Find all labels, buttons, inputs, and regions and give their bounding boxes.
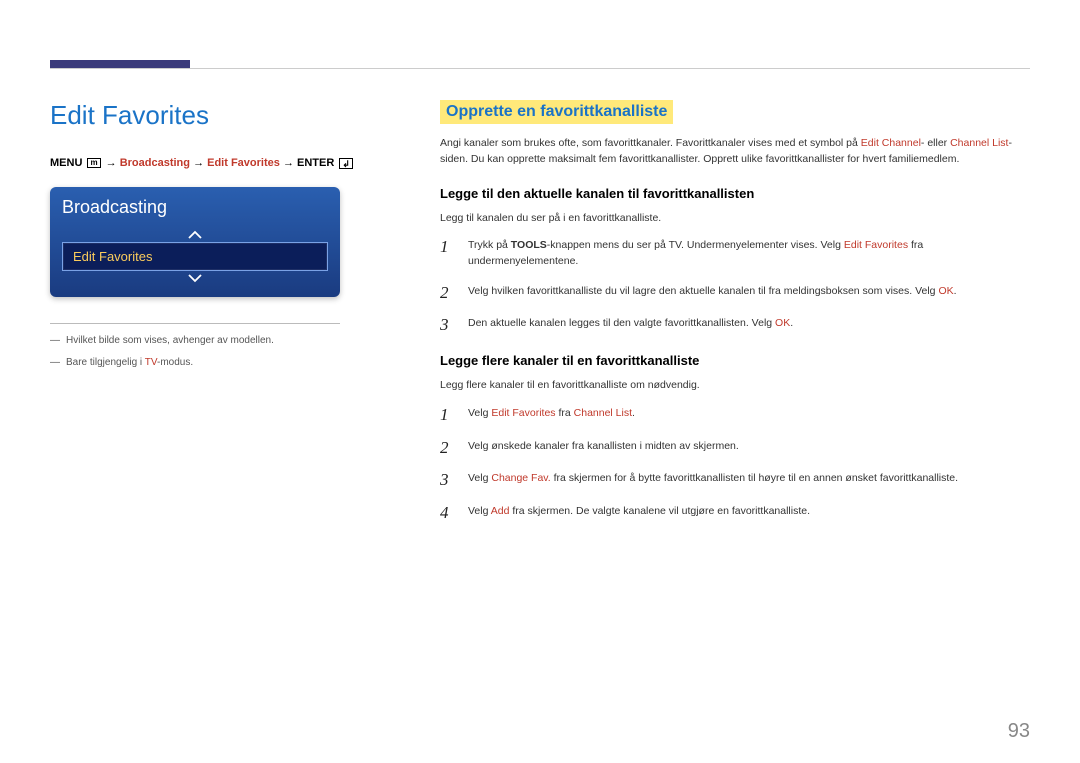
breadcrumb: MENU m → Broadcasting → Edit Favorites →… — [50, 155, 380, 173]
step-text: Velg ønskede kanaler fra kanallisten i m… — [468, 439, 1030, 455]
step-3: 3 Den aktuelle kanalen legges til den va… — [440, 316, 1030, 335]
breadcrumb-enter: ENTER — [297, 157, 334, 169]
breadcrumb-edit-favorites: Edit Favorites — [207, 157, 280, 169]
header-accent — [50, 60, 190, 68]
subheading-add-current: Legge til den aktuelle kanalen til favor… — [440, 186, 1030, 201]
page-number: 93 — [1008, 720, 1030, 743]
right-column: Opprette en favorittkanalliste Angi kana… — [440, 100, 1030, 537]
header-rule — [50, 68, 1030, 69]
separator: → — [193, 157, 207, 169]
step-number: 2 — [440, 439, 454, 458]
enter-icon — [339, 158, 353, 169]
intro-text: Angi kanaler som brukes ofte, som favori… — [440, 136, 1030, 168]
breadcrumb-menu: MENU — [50, 157, 82, 169]
step-number: 2 — [440, 284, 454, 303]
step-4b: 4 Velg Add fra skjermen. De valgte kanal… — [440, 504, 1030, 523]
step-3b: 3 Velg Change Fav. fra skjermen for å by… — [440, 471, 1030, 490]
step-2b: 2 Velg ønskede kanaler fra kanallisten i… — [440, 439, 1030, 458]
step-text: Velg Change Fav. fra skjermen for å bytt… — [468, 471, 1030, 487]
separator: → — [283, 157, 297, 169]
chevron-down-icon[interactable] — [62, 271, 328, 285]
step-number: 3 — [440, 471, 454, 490]
step-text: Velg Edit Favorites fra Channel List. — [468, 406, 1030, 422]
sub1-intro: Legg til kanalen du ser på i en favoritt… — [440, 211, 1030, 227]
sub2-intro: Legg flere kanaler til en favorittkanall… — [440, 378, 1030, 394]
step-number: 1 — [440, 406, 454, 425]
breadcrumb-broadcasting: Broadcasting — [120, 157, 190, 169]
section-heading: Opprette en favorittkanalliste — [440, 100, 673, 124]
divider — [50, 323, 340, 324]
step-1: 1 Trykk på TOOLS-knappen mens du ser på … — [440, 238, 1030, 270]
step-text: Velg hvilken favorittkanalliste du vil l… — [468, 284, 1030, 300]
step-text: Den aktuelle kanalen legges til den valg… — [468, 316, 1030, 332]
separator: → — [106, 157, 120, 169]
menu-panel-header: Broadcasting — [62, 197, 328, 218]
note-tv-mode: ―Bare tilgjengelig i TV-modus. — [50, 356, 380, 370]
left-column: Edit Favorites MENU m → Broadcasting → E… — [50, 100, 380, 537]
step-text: Trykk på TOOLS-knappen mens du ser på TV… — [468, 238, 1030, 270]
step-text: Velg Add fra skjermen. De valgte kanalen… — [468, 504, 1030, 520]
step-number: 1 — [440, 238, 454, 257]
step-1b: 1 Velg Edit Favorites fra Channel List. — [440, 406, 1030, 425]
menu-panel: Broadcasting Edit Favorites — [50, 187, 340, 297]
page-title: Edit Favorites — [50, 100, 380, 131]
subheading-add-multiple: Legge flere kanaler til en favorittkanal… — [440, 353, 1030, 368]
step-number: 3 — [440, 316, 454, 335]
step-number: 4 — [440, 504, 454, 523]
step-2: 2 Velg hvilken favorittkanalliste du vil… — [440, 284, 1030, 303]
note-model: ―Hvilket bilde som vises, avhenger av mo… — [50, 334, 380, 348]
menu-item-edit-favorites[interactable]: Edit Favorites — [62, 242, 328, 271]
chevron-up-icon[interactable] — [62, 228, 328, 242]
menu-icon: m — [87, 158, 100, 169]
